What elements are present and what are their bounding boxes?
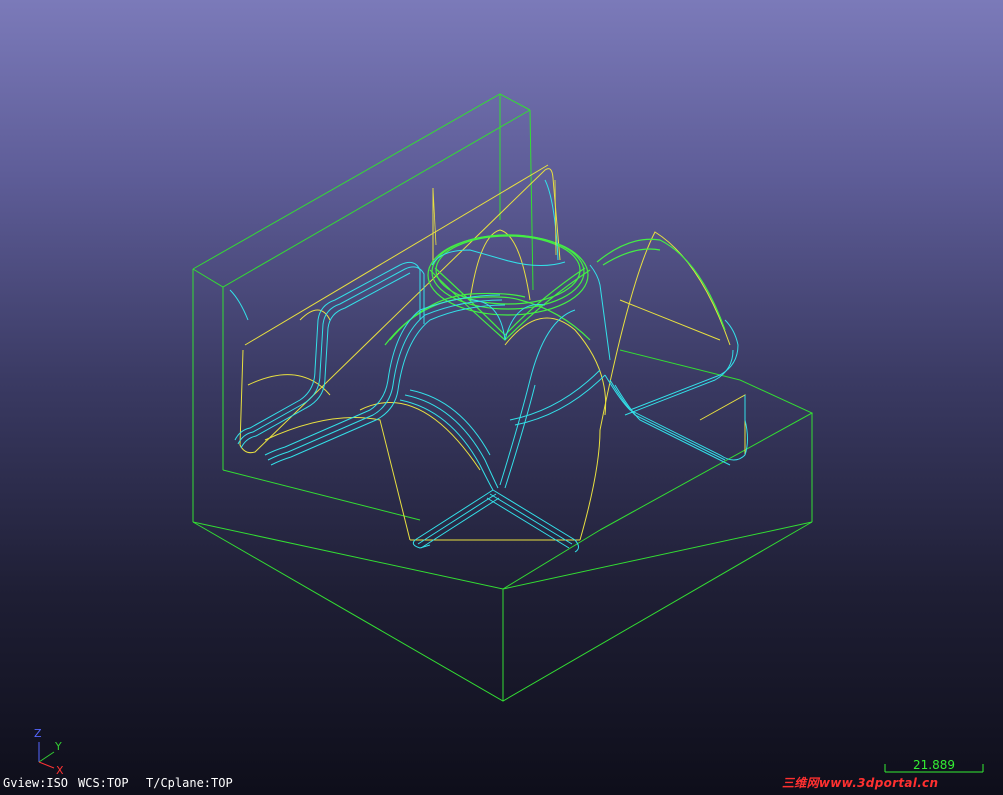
- tplane-status: T/Cplane:TOP: [146, 776, 233, 790]
- toolpath-feed-lines: [432, 179, 557, 256]
- axis-x-line: [38, 761, 55, 769]
- scale-ruler: [884, 764, 984, 773]
- toolpath-green: [384, 234, 726, 346]
- axis-y-label: Y: [54, 740, 62, 753]
- axis-triad: Z Y X: [34, 727, 64, 774]
- gview-status: Gview:ISO: [3, 776, 69, 790]
- axis-x-label: X: [56, 764, 64, 774]
- stock-wireframe: [192, 93, 814, 702]
- graphics-viewport[interactable]: Z Y X Gview:ISO WCS:TOP T/Cplane:TOP 21.…: [0, 0, 1003, 795]
- watermark: 三维网www.3dportal.cn: [782, 776, 939, 790]
- wcs-status: WCS:TOP: [78, 776, 129, 790]
- toolpath-scene[interactable]: [0, 0, 1003, 795]
- axis-y-line: [38, 751, 55, 763]
- scale-bar: 21.889: [884, 759, 984, 773]
- axis-z-label: Z: [34, 727, 42, 740]
